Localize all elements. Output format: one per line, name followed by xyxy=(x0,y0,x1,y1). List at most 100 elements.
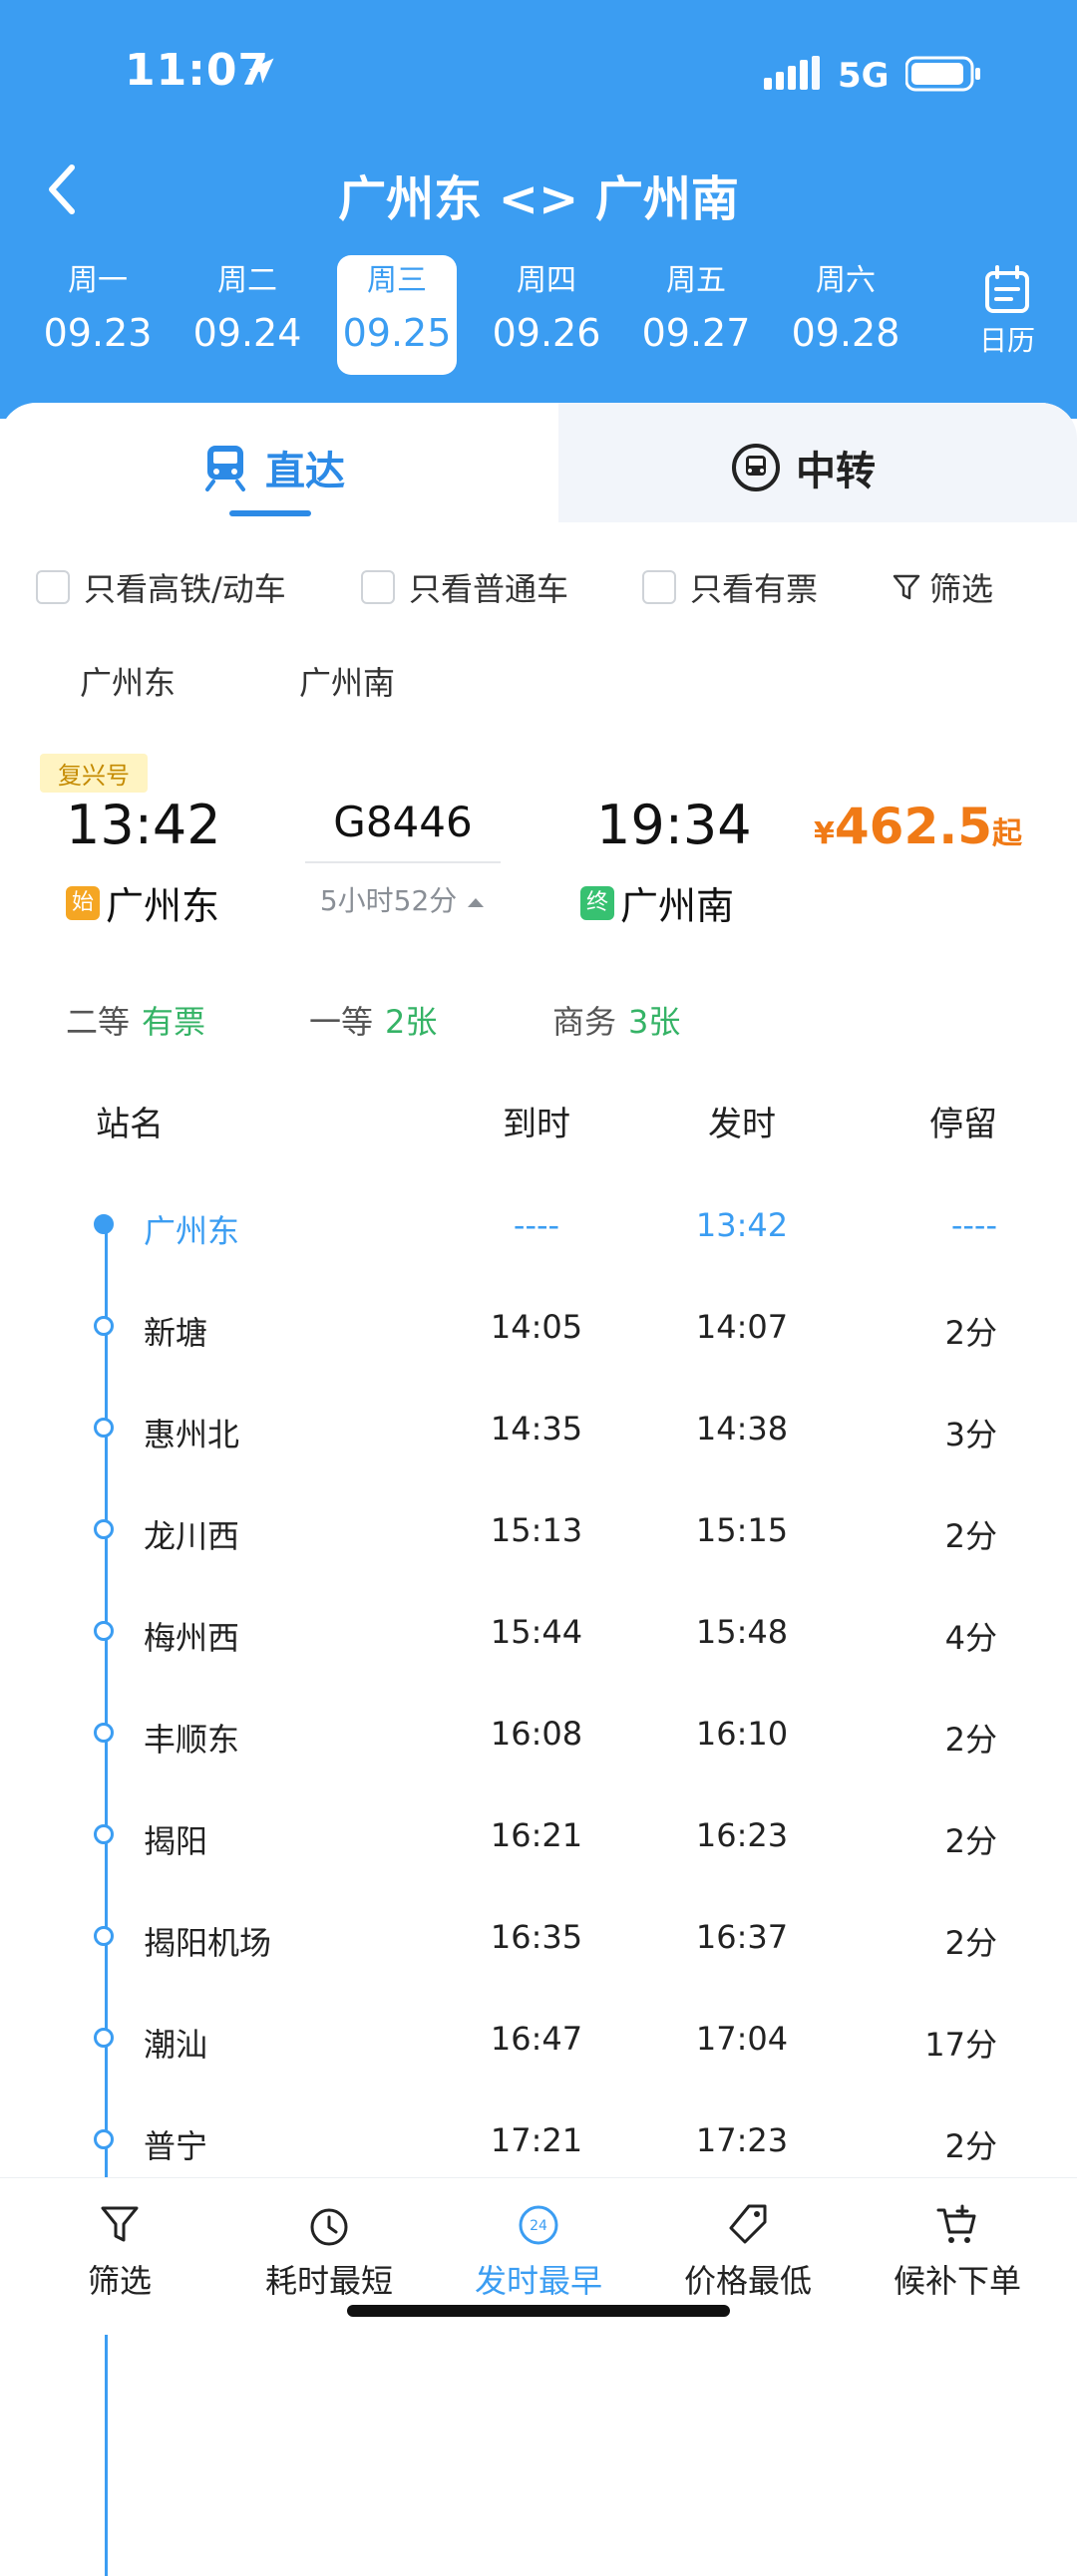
stop-depart: 17:04 xyxy=(695,2020,789,2058)
stop-station: 揭阳 xyxy=(144,1822,208,1860)
departure-time: 13:42 xyxy=(66,794,221,856)
cart-plus-icon xyxy=(936,2204,976,2243)
stop-station: 潮汕 xyxy=(144,2026,208,2064)
station-filter-to[interactable]: 广州南 xyxy=(299,658,395,704)
header-arrive: 到时 xyxy=(503,1105,570,1144)
stop-row: 新塘 14:05 14:07 2分 xyxy=(0,1298,1077,1378)
filter-button[interactable]: 筛选 xyxy=(892,564,993,610)
stop-depart: 16:23 xyxy=(695,1816,789,1854)
duration-text: 5小时52分 xyxy=(319,884,458,917)
clock-24-icon: 24 xyxy=(519,2205,558,2245)
filter-normal[interactable]: 只看普通车 xyxy=(361,564,568,610)
date-tab-1[interactable]: 周二 09.24 xyxy=(187,255,307,375)
calendar-icon xyxy=(985,265,1029,313)
waitlist-button[interactable]: 候补下单 xyxy=(858,2202,1057,2302)
stop-station: 广州东 xyxy=(144,1212,240,1250)
home-indicator xyxy=(347,2305,730,2317)
header-area: 11:07 5G 广州东 <> 广州南 周一 09.23 周二 09.24 周三… xyxy=(0,0,1077,419)
tab-underline xyxy=(229,510,311,516)
date-tab-5[interactable]: 周六 09.28 xyxy=(786,255,905,375)
stop-stay: ---- xyxy=(950,1206,997,1244)
date-value: 09.25 xyxy=(342,311,452,355)
stop-station: 丰顺东 xyxy=(144,1721,240,1759)
stop-stay: 2分 xyxy=(944,1517,997,1555)
end-station-name: 广州南 xyxy=(620,884,735,928)
tab-transfer[interactable]: 中转 xyxy=(730,439,876,496)
location-arrow-icon xyxy=(248,58,274,84)
date-value: 09.27 xyxy=(641,311,751,355)
sort-filter-button[interactable]: 筛选 xyxy=(20,2202,219,2302)
stop-depart: 14:38 xyxy=(695,1410,789,1448)
stop-dot xyxy=(94,1621,114,1641)
checkbox[interactable] xyxy=(36,570,70,604)
date-tab-4[interactable]: 周五 09.27 xyxy=(636,255,756,375)
stop-station: 龙川西 xyxy=(144,1517,240,1555)
tab-transfer-label: 中转 xyxy=(796,449,876,494)
stop-depart: 16:10 xyxy=(695,1715,789,1753)
seat-first-class: 一等 2张 xyxy=(309,997,437,1043)
stop-station: 揭阳机场 xyxy=(144,1924,272,1962)
filter-available[interactable]: 只看有票 xyxy=(642,564,818,610)
tab-direct[interactable]: 直达 xyxy=(199,439,345,496)
price-tag-icon xyxy=(729,2204,767,2244)
end-station: 终 广州南 xyxy=(580,875,734,930)
sort-earliest-button[interactable]: 24 发时最早 xyxy=(439,2202,638,2302)
stop-row: 潮汕 16:47 17:04 17分 xyxy=(0,2010,1077,2090)
date-weekday: 周一 xyxy=(68,263,128,298)
stop-depart: 14:07 xyxy=(695,1308,789,1346)
seat-business-class: 商务 3张 xyxy=(552,997,680,1043)
stop-arrive: 16:21 xyxy=(490,1816,583,1854)
stop-stay: 2分 xyxy=(944,1822,997,1860)
stop-row: 广州东 ---- 13:42 ---- xyxy=(0,1196,1077,1276)
date-tab-0[interactable]: 周一 09.23 xyxy=(38,255,158,375)
date-tab-2-selected[interactable]: 周三 09.25 xyxy=(337,255,457,375)
stop-row: 丰顺东 16:08 16:10 2分 xyxy=(0,1705,1077,1784)
stop-depart: 17:23 xyxy=(695,2121,789,2159)
stop-arrive: 16:47 xyxy=(490,2020,583,2058)
seat-class: 一等 xyxy=(309,1003,374,1041)
header-stay: 停留 xyxy=(929,1105,997,1144)
date-value: 09.26 xyxy=(492,311,601,355)
stop-dot xyxy=(94,2028,114,2048)
clock-24-text: 24 xyxy=(530,2218,547,2234)
stop-stay: 2分 xyxy=(944,1314,997,1352)
date-tab-3[interactable]: 周四 09.26 xyxy=(487,255,606,375)
stop-row: 揭阳机场 16:35 16:37 2分 xyxy=(0,1908,1077,1988)
stop-arrive: 15:44 xyxy=(490,1613,583,1651)
stop-dot xyxy=(94,1824,114,1844)
calendar-button[interactable]: 日历 xyxy=(957,265,1057,359)
end-tag: 终 xyxy=(580,885,614,920)
seat-second-class: 二等 有票 xyxy=(66,997,205,1043)
stop-dot xyxy=(94,1418,114,1438)
station-filter-from[interactable]: 广州东 xyxy=(80,658,176,704)
sort-cheapest-button[interactable]: 价格最低 xyxy=(648,2202,848,2302)
date-value: 09.24 xyxy=(192,311,302,355)
sort-shortest-button[interactable]: 耗时最短 xyxy=(229,2202,429,2302)
date-weekday: 周二 xyxy=(217,263,277,298)
stop-dot xyxy=(94,2129,114,2149)
start-tag: 始 xyxy=(66,885,100,920)
timer-icon xyxy=(310,2208,348,2246)
filter-label: 只看高铁/动车 xyxy=(84,570,286,608)
sort-cheapest-label: 价格最低 xyxy=(683,2262,812,2300)
train-duration-toggle[interactable]: 5小时52分 xyxy=(305,879,501,919)
stop-arrive: 15:13 xyxy=(490,1511,583,1549)
date-value: 09.28 xyxy=(791,311,900,355)
filter-high-speed[interactable]: 只看高铁/动车 xyxy=(36,564,286,610)
collapse-up-icon xyxy=(468,898,485,907)
price-symbol: ¥ xyxy=(814,816,835,851)
date-weekday: 周五 xyxy=(666,263,726,298)
date-weekday: 周四 xyxy=(517,263,576,298)
header-depart: 发时 xyxy=(708,1105,776,1144)
stop-row: 梅州西 15:44 15:48 4分 xyxy=(0,1603,1077,1683)
checkbox[interactable] xyxy=(642,570,676,604)
checkbox[interactable] xyxy=(361,570,395,604)
arrival-time: 19:34 xyxy=(596,794,752,856)
stop-arrive: 16:08 xyxy=(490,1715,583,1753)
filter-button-label: 筛选 xyxy=(929,570,994,608)
stop-station: 惠州北 xyxy=(144,1416,240,1453)
stop-dot xyxy=(94,1214,114,1234)
stop-arrive: 17:21 xyxy=(490,2121,583,2159)
stop-row: 惠州北 14:35 14:38 3分 xyxy=(0,1400,1077,1479)
signal-icon xyxy=(764,56,820,90)
